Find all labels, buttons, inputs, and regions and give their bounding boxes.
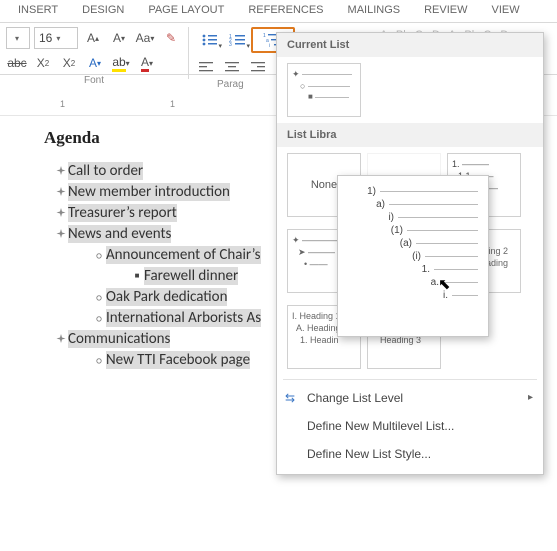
tab-insert[interactable]: INSERT <box>18 4 58 16</box>
numbering-button[interactable]: 123 ▾ <box>223 29 251 51</box>
list-style-preview-tooltip: 1)a)i)(1)(a)(i)1.a.i. <box>337 175 489 337</box>
shrink-font-button[interactable]: A▾ <box>108 28 130 48</box>
star-bullet-icon <box>54 228 68 240</box>
square-bullet-icon <box>130 271 144 281</box>
define-new-list-style-item[interactable]: Define New List Style... <box>277 440 543 468</box>
font-color-button[interactable]: A▾ <box>136 53 158 73</box>
ribbon-tabs: INSERT DESIGN PAGE LAYOUT REFERENCES MAI… <box>0 0 557 23</box>
tab-mailings[interactable]: MAILINGS <box>348 4 401 16</box>
list-item-text: International Arborists As <box>106 309 261 327</box>
circle-bullet-icon <box>92 312 106 325</box>
list-library-header: List Libra <box>277 123 543 147</box>
tab-design[interactable]: DESIGN <box>82 4 124 16</box>
star-bullet-icon <box>54 165 68 177</box>
list-item-text: Treasurer’s report <box>68 204 177 222</box>
list-item-text: New TTI Facebook page <box>106 351 250 369</box>
clear-formatting-button[interactable]: ✎ <box>160 28 182 48</box>
text-effects-button[interactable]: A▾ <box>84 53 106 73</box>
list-item-text: News and events <box>68 225 171 243</box>
subscript-button[interactable]: X2 <box>32 53 54 73</box>
superscript-button[interactable]: X2 <box>58 53 80 73</box>
circle-bullet-icon <box>92 249 106 262</box>
tab-page-layout[interactable]: PAGE LAYOUT <box>148 4 224 16</box>
current-list-header: Current List <box>277 33 543 57</box>
ruler-mark: 1 <box>170 99 175 109</box>
list-item-text: Announcement of Chair’s <box>106 246 261 264</box>
bullets-button[interactable]: ▾ <box>195 29 223 51</box>
svg-text:3: 3 <box>229 42 232 47</box>
font-group-label: Font <box>6 75 182 86</box>
tab-references[interactable]: REFERENCES <box>248 4 323 16</box>
font-size-dropdown[interactable]: 16▾ <box>34 27 78 49</box>
define-new-multilevel-item[interactable]: Define New Multilevel List... <box>277 412 543 440</box>
ruler-mark: 1 <box>60 99 65 109</box>
svg-text:i: i <box>269 43 270 48</box>
star-bullet-icon <box>54 186 68 198</box>
font-name-dropdown[interactable]: ▾ <box>6 27 30 49</box>
grow-font-button[interactable]: A▴ <box>82 28 104 48</box>
cursor-icon: ⬉ <box>438 275 451 293</box>
change-list-level-item[interactable]: ⇆ Change List Level ▸ <box>277 384 543 412</box>
tab-review[interactable]: REVIEW <box>424 4 467 16</box>
circle-bullet-icon <box>92 291 106 304</box>
strikethrough-button[interactable]: abc <box>6 53 28 73</box>
star-bullet-icon <box>54 333 68 345</box>
change-case-button[interactable]: Aa▾ <box>134 28 156 48</box>
list-item-text: Farewell dinner <box>144 267 238 285</box>
current-list-swatch[interactable]: ✦ ○ ■ <box>287 63 361 117</box>
list-item-text: New member introduction <box>68 183 230 201</box>
list-item-text: Communications <box>68 330 170 348</box>
star-bullet-icon <box>54 207 68 219</box>
circle-bullet-icon <box>92 354 106 367</box>
font-group: ▾ 16▾ A▴ A▾ Aa▾ ✎ abc X2 X2 A▾ ab▾ A▾ Fo… <box>6 27 182 86</box>
list-item-text: Call to order <box>68 162 143 180</box>
tab-view[interactable]: VIEW <box>492 4 520 16</box>
highlight-button[interactable]: ab▾ <box>110 53 132 73</box>
list-item-text: Oak Park dedication <box>106 288 227 306</box>
